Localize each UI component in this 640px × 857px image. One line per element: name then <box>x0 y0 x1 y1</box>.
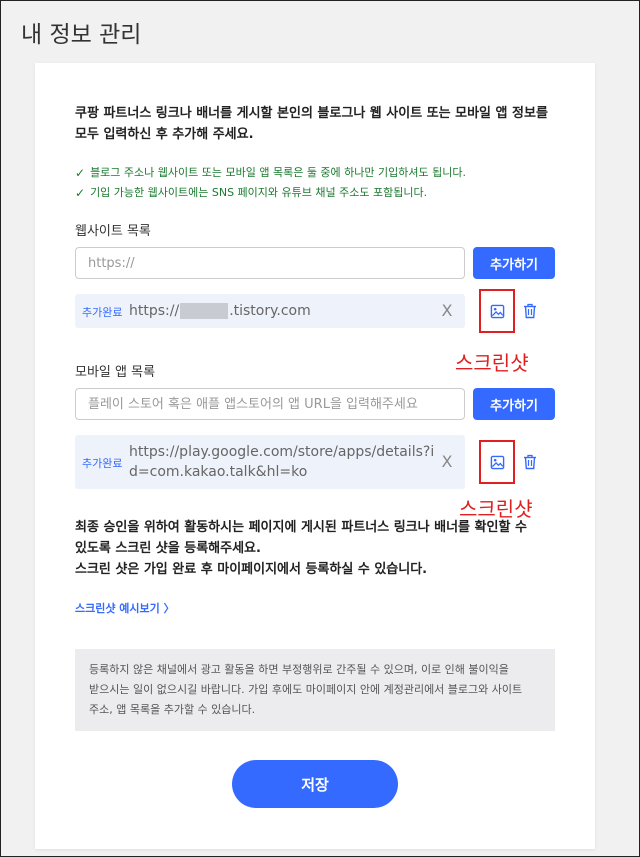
intro-line-1: 쿠팡 파트너스 링크나 배너를 게시할 본인의 블로그나 웹 사이트 또는 모바… <box>75 106 548 121</box>
info-line-3: 주소, 앱 목록을 추가할 수 있습니다. <box>89 703 256 716</box>
page-title: 내 정보 관리 <box>21 22 142 48</box>
info-box: 등록하지 않은 채널에서 광고 활동을 하면 부정행위로 간주될 수 있으며, … <box>75 649 555 731</box>
website-add-button[interactable]: 추가하기 <box>473 247 555 279</box>
url-prefix: https:// <box>129 303 180 319</box>
delete-button[interactable] <box>521 302 539 320</box>
trash-icon <box>524 303 536 319</box>
check-icon: ✓ <box>75 186 86 200</box>
mobile-list-label: 모바일 앱 목록 <box>75 365 156 380</box>
website-list-label: 웹사이트 목록 <box>75 224 151 239</box>
note-text: 기입 가능한 웹사이트에는 SNS 페이지와 유튜브 채널 주소도 포함됩니다. <box>90 186 428 199</box>
screenshot-upload-button[interactable] <box>479 289 515 333</box>
intro-line-2: 모두 입력하신 후 추가해 주세요. <box>75 127 254 142</box>
trash-icon <box>524 454 536 470</box>
screenshot-upload-button[interactable] <box>479 440 515 484</box>
mobile-entry-url: https://play.google.com/store/apps/detai… <box>129 444 435 480</box>
save-button[interactable]: 저장 <box>232 760 398 808</box>
close-icon[interactable]: X <box>439 301 455 320</box>
notice-line-1: 최종 승인을 위하여 활동하시는 페이지에 게시된 파트너스 링크나 배너를 확… <box>75 520 527 535</box>
intro-text: 쿠팡 파트너스 링크나 배너를 게시할 본인의 블로그나 웹 사이트 또는 모바… <box>75 103 565 145</box>
screenshot-annotation: 스크린샷 <box>455 351 529 375</box>
screenshot-example-link[interactable]: 스크린샷 예시보기 〉 <box>75 600 175 616</box>
notice-line-3: 스크린 샷은 가입 완료 후 마이페이지에서 등록하실 수 있습니다. <box>75 562 428 577</box>
url-suffix: .tistory.com <box>229 303 311 319</box>
added-badge: 추가완료 <box>82 457 123 470</box>
mobile-add-button[interactable]: 추가하기 <box>473 388 555 420</box>
note-item: ✓ 기입 가능한 웹사이트에는 SNS 페이지와 유튜브 채널 주소도 포함됩니… <box>75 183 575 203</box>
mobile-entry: 추가완료 https://play.google.com/store/apps/… <box>75 435 465 489</box>
delete-button[interactable] <box>521 453 539 471</box>
notice-line-2: 있도록 스크린 샷을 등록해주세요. <box>75 541 261 556</box>
website-entry: 추가완료 https:// .tistory.com X <box>75 294 465 328</box>
check-icon: ✓ <box>75 166 86 180</box>
note-item: ✓ 블로그 주소나 웹사이트 또는 모바일 앱 목록은 둘 중에 하나만 기입하… <box>75 163 575 183</box>
blurred-region <box>180 303 229 319</box>
note-text: 블로그 주소나 웹사이트 또는 모바일 앱 목록은 둘 중에 하나만 기입하셔도… <box>90 166 466 179</box>
added-badge: 추가완료 <box>82 306 123 319</box>
notes-list: ✓ 블로그 주소나 웹사이트 또는 모바일 앱 목록은 둘 중에 하나만 기입하… <box>75 163 575 203</box>
image-icon <box>490 455 504 469</box>
mobile-url-input[interactable] <box>75 388 465 420</box>
info-card: 쿠팡 파트너스 링크나 배너를 게시할 본인의 블로그나 웹 사이트 또는 모바… <box>35 63 595 849</box>
close-icon[interactable]: X <box>439 452 455 471</box>
website-entry-url: https:// .tistory.com <box>129 301 439 321</box>
website-url-input[interactable] <box>75 247 465 279</box>
image-icon <box>490 304 504 318</box>
info-line-2: 받으시는 일이 없으시길 바랍니다. 가입 후에도 마이페이지 안에 계정관리에… <box>89 683 523 696</box>
screenshot-notice: 최종 승인을 위하여 활동하시는 페이지에 게시된 파트너스 링크나 배너를 확… <box>75 517 545 580</box>
info-line-1: 등록하지 않은 채널에서 광고 활동을 하면 부정행위로 간주될 수 있으며, … <box>89 663 509 676</box>
